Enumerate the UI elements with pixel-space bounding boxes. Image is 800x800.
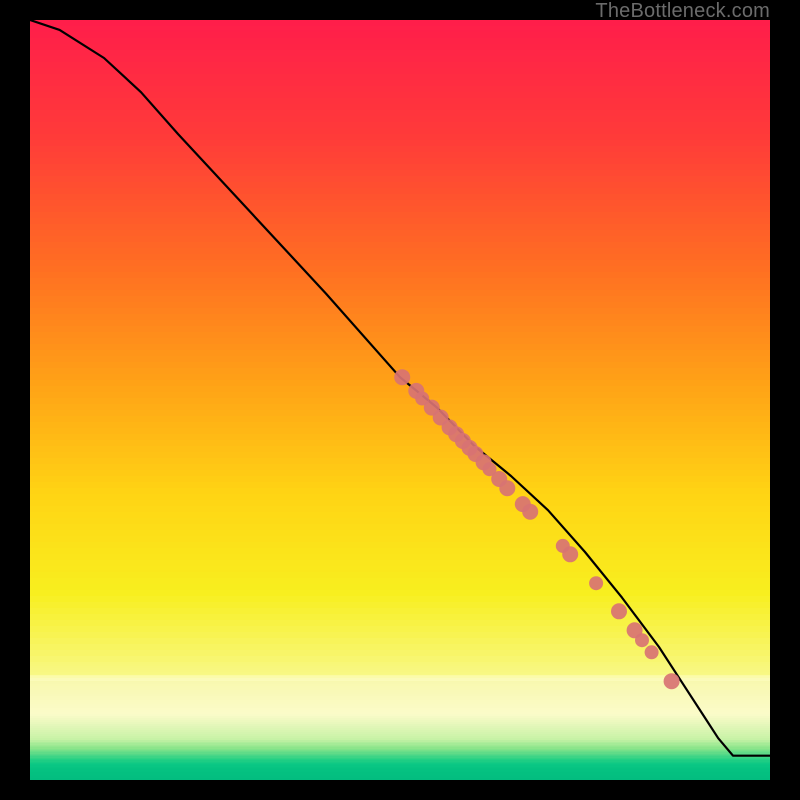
scatter-point <box>499 480 515 496</box>
scatter-point <box>611 603 627 619</box>
scatter-point <box>664 673 680 689</box>
main-curve-line <box>30 20 770 756</box>
scatter-point <box>589 576 603 590</box>
chart-stage: TheBottleneck.com <box>0 0 800 800</box>
scatter-point <box>562 546 578 562</box>
scatter-point <box>394 369 410 385</box>
plot-area <box>30 20 770 780</box>
scatter-points <box>394 369 679 689</box>
scatter-point <box>522 504 538 520</box>
scatter-point <box>635 633 649 647</box>
chart-overlay <box>30 20 770 780</box>
scatter-point <box>645 645 659 659</box>
